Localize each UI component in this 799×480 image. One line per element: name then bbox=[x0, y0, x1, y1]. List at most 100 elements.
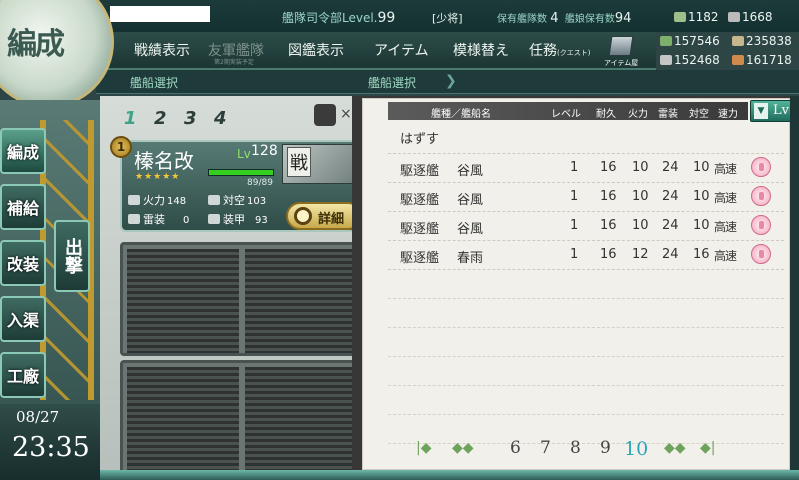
lock-heart-icon[interactable] bbox=[751, 215, 771, 235]
battleship-tag: 戦 bbox=[287, 147, 311, 177]
remove-ship-label: はずす bbox=[400, 132, 440, 147]
list-item[interactable]: 駆逐艦 谷風 1 16 10 24 10 高速 bbox=[388, 154, 784, 183]
remove-ship-row[interactable] bbox=[388, 126, 784, 154]
sortie-button[interactable]: 出撃 bbox=[54, 220, 90, 292]
clock-date: 08/27 bbox=[16, 408, 60, 426]
side-button-resupply[interactable]: 補給 bbox=[0, 184, 46, 230]
fleet-close-icon[interactable]: × bbox=[340, 106, 352, 122]
lock-heart-icon[interactable] bbox=[751, 157, 771, 177]
bucket-icon bbox=[674, 12, 686, 22]
fleet-tab-4[interactable]: 4 bbox=[214, 108, 242, 132]
page-9[interactable]: 9 bbox=[600, 438, 611, 458]
fuel-icon bbox=[660, 36, 672, 46]
bauxite-icon bbox=[732, 55, 744, 65]
ship-level: 128 bbox=[251, 143, 278, 159]
hp-bar-fill bbox=[209, 170, 273, 175]
ship-detail-button[interactable]: 詳細 bbox=[286, 202, 362, 230]
header-hp: 耐久 bbox=[596, 109, 616, 120]
side-button-organize[interactable]: 編成 bbox=[0, 128, 46, 174]
torpedo-icon bbox=[128, 214, 140, 224]
ship-portrait: 戦 bbox=[282, 144, 362, 184]
fuel-resource: 157546 bbox=[660, 34, 720, 48]
main-nav-bar: 戦績表示 友軍艦隊 第2期実装予定 図鑑表示 アイテム 模様替え 任務(クエスト) bbox=[96, 32, 656, 70]
lock-heart-icon[interactable] bbox=[751, 186, 771, 206]
nav-quests[interactable]: 任務(クエスト) bbox=[529, 40, 590, 60]
fleet-tab-2[interactable]: 2 bbox=[154, 108, 182, 132]
bottom-frame-edge bbox=[100, 470, 799, 480]
list-item[interactable]: 駆逐艦 春雨 1 16 12 24 16 高速 bbox=[388, 241, 784, 270]
fleet-tab-3[interactable]: 3 bbox=[184, 108, 212, 132]
bauxite-resource: 161718 bbox=[732, 53, 792, 67]
ammo-resource: 235838 bbox=[732, 34, 792, 48]
header-firepower: 火力 bbox=[628, 109, 648, 120]
admiral-level: 艦隊司令部Level.99 bbox=[282, 10, 396, 26]
page-6[interactable]: 6 bbox=[510, 438, 521, 458]
flagship-number-badge: 1 bbox=[110, 136, 132, 158]
header-speed: 速力 bbox=[718, 109, 738, 120]
fleet-lock-icon[interactable] bbox=[314, 104, 336, 126]
right-frame-edge bbox=[790, 96, 799, 480]
list-item[interactable]: 駆逐艦 谷風 1 16 10 24 10 高速 bbox=[388, 183, 784, 212]
stat-firepower: 火力 148 bbox=[128, 192, 186, 208]
sub-header-left: 艦船選択 bbox=[130, 76, 179, 90]
item-shop-icon bbox=[608, 36, 634, 56]
nav-records[interactable]: 戦績表示 bbox=[134, 40, 190, 60]
first-page-button[interactable]: |◆ bbox=[416, 440, 431, 456]
page-8[interactable]: 8 bbox=[570, 438, 581, 458]
hp-text: 89/89 bbox=[247, 178, 273, 188]
item-shop-button[interactable]: アイテム屋 bbox=[604, 34, 638, 70]
fleet-tab-1[interactable]: 1 bbox=[124, 108, 152, 132]
header-aa: 対空 bbox=[689, 109, 709, 120]
stat-armor: 装甲 93 bbox=[208, 211, 268, 227]
empty-list-row bbox=[388, 299, 784, 328]
stat-torpedo: 雷装 0 bbox=[128, 211, 189, 227]
empty-ship-slot[interactable] bbox=[120, 242, 364, 356]
hp-bar bbox=[208, 169, 274, 176]
lock-heart-icon[interactable] bbox=[751, 244, 771, 264]
chevron-down-icon: ▼ bbox=[754, 103, 768, 119]
side-button-remodel[interactable]: 改装 bbox=[0, 240, 46, 286]
header-level: レベル bbox=[551, 109, 581, 120]
last-page-button[interactable]: ◆| bbox=[700, 440, 715, 456]
admiral-rank: [少将] bbox=[432, 12, 463, 25]
side-button-repair[interactable]: 入渠 bbox=[0, 296, 46, 342]
nav-furniture[interactable]: 模様替え bbox=[453, 40, 509, 60]
sub-header-strip: 艦船選択 ❯ 艦船選択 bbox=[96, 70, 799, 94]
nav-ally-fleet: 友軍艦隊 第2期実装予定 bbox=[208, 43, 264, 66]
header-torpedo: 雷装 bbox=[658, 109, 678, 120]
empty-ship-slot[interactable] bbox=[120, 360, 364, 474]
nav-items[interactable]: アイテム bbox=[374, 40, 429, 60]
empty-list-row bbox=[388, 357, 784, 386]
ammo-icon bbox=[732, 36, 744, 46]
devmat-resource: 1668 bbox=[728, 10, 773, 24]
empty-list-row bbox=[388, 386, 784, 415]
steel-icon bbox=[660, 55, 672, 65]
steel-resource: 152468 bbox=[660, 53, 720, 67]
page-10-current[interactable]: 10 bbox=[624, 438, 648, 460]
next-page-button[interactable]: ◆◆ bbox=[664, 440, 686, 456]
devmat-icon bbox=[728, 12, 740, 22]
page-7[interactable]: 7 bbox=[540, 438, 551, 458]
bucket-resource: 1182 bbox=[674, 10, 719, 24]
ship-level-label: Lv bbox=[237, 147, 251, 161]
fleet-counts: 保有艦隊数 4 艦娘保有数94 bbox=[497, 11, 632, 26]
aa-icon bbox=[208, 195, 220, 205]
resource-panel: 1182 1668 157546 235838 152468 161718 bbox=[656, 6, 799, 72]
ship-rarity-stars: ★★★★★ bbox=[135, 172, 181, 182]
header-type-name: 艦種／艦船名 bbox=[431, 109, 491, 120]
nav-encyclopedia[interactable]: 図鑑表示 bbox=[288, 40, 344, 60]
stat-aa: 対空 103 bbox=[208, 192, 266, 208]
ship-stats: 火力 148 対空 103 雷装 0 装甲 93 bbox=[128, 192, 284, 228]
sub-header-right: 艦船選択 bbox=[368, 76, 417, 90]
prev-page-button[interactable]: ◆◆ bbox=[452, 440, 474, 456]
admiral-name-box bbox=[110, 6, 210, 22]
empty-list-row bbox=[388, 328, 784, 357]
armor-icon bbox=[208, 214, 220, 224]
breadcrumb-arrow-icon: ❯ bbox=[445, 73, 457, 89]
magnifier-icon bbox=[294, 207, 312, 225]
list-item[interactable]: 駆逐艦 谷風 1 16 10 24 10 高速 bbox=[388, 212, 784, 241]
clock-time: 23:35 bbox=[12, 432, 90, 463]
side-button-arsenal[interactable]: 工廠 bbox=[0, 352, 46, 398]
ship-name: 榛名改 bbox=[134, 149, 194, 173]
empty-list-row bbox=[388, 270, 784, 299]
